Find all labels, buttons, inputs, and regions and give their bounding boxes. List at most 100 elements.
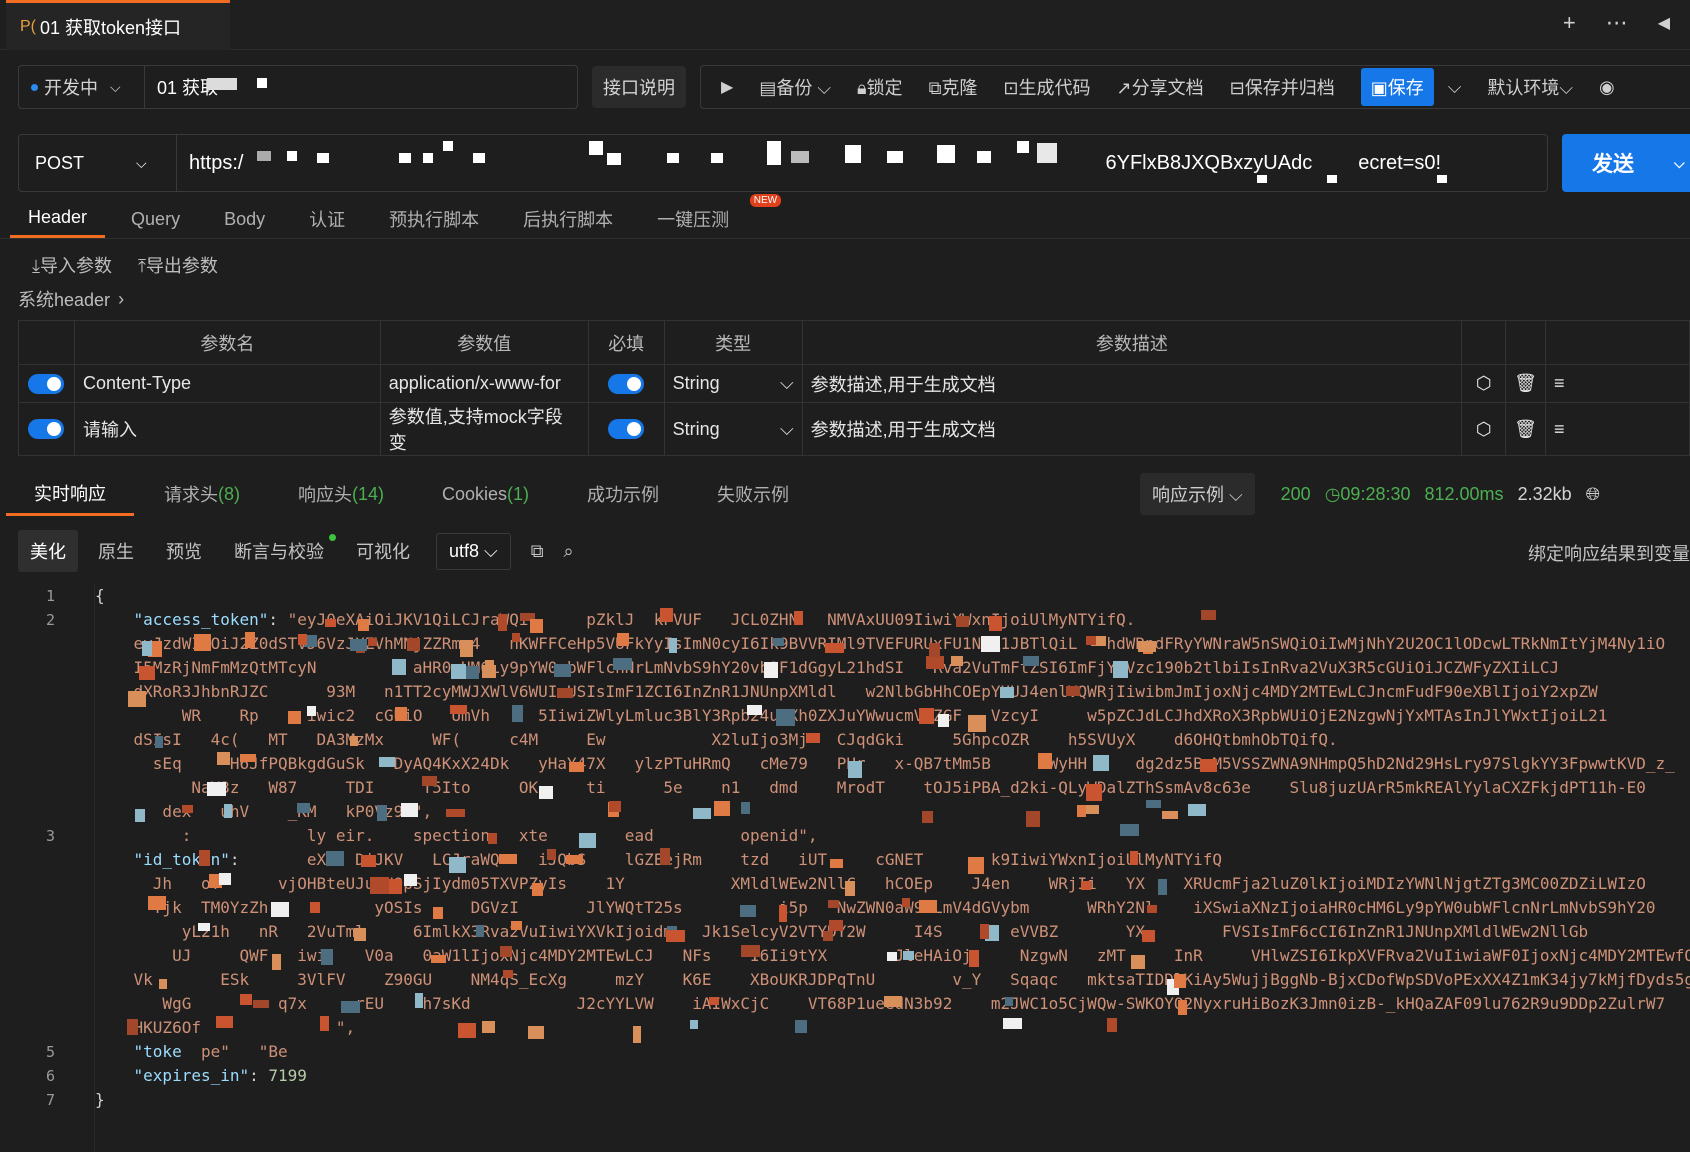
param-value[interactable]: application/x-www-for (379, 364, 589, 403)
system-header-toggle[interactable]: 系统header › (18, 286, 124, 312)
redaction-pixel (377, 805, 387, 821)
json-string: I5MzRjNmFmMzQtMTcyN aHR0cHM6Ly9pYW0ubWFl… (133, 658, 1560, 677)
drag-handle-icon[interactable]: ≡ (1545, 402, 1690, 456)
redacted-block (257, 78, 267, 88)
redacted-block (399, 153, 411, 163)
type-label: String (672, 418, 720, 439)
redaction-pixel (207, 782, 226, 796)
view-preview[interactable]: 预览 (154, 530, 214, 572)
cube-icon[interactable]: ⬡ (1461, 364, 1507, 403)
tab-success-example[interactable]: 成功示例 (559, 472, 687, 516)
redaction-pixel (1174, 974, 1186, 988)
redaction-pixel (690, 1020, 698, 1029)
param-desc[interactable]: 参数描述,用于生成文档 (801, 364, 1463, 403)
param-desc[interactable]: 参数描述,用于生成文档 (801, 402, 1463, 456)
redaction-pixel (310, 902, 320, 913)
share-doc-button[interactable]: ↗分享文档 (1117, 74, 1204, 100)
redaction-pixel (401, 803, 418, 817)
redaction-pixel (903, 951, 914, 960)
view-raw[interactable]: 原生 (86, 530, 146, 572)
cube-icon[interactable]: ⬡ (1461, 402, 1507, 456)
redacted-block (257, 151, 271, 161)
redaction-pixel (633, 1026, 641, 1043)
required-toggle[interactable] (608, 373, 645, 394)
export-params-button[interactable]: ⤒导出参数 (138, 252, 218, 278)
tab-query[interactable]: Query (113, 200, 198, 238)
search-icon[interactable]: ⌕ (564, 533, 586, 570)
redaction-pixel (579, 833, 596, 848)
save-archive-button[interactable]: ⊟保存并归档 (1230, 74, 1335, 100)
view-visualize[interactable]: 可视化 (344, 530, 422, 572)
copy-icon[interactable]: ⧉ (519, 533, 556, 570)
add-tab-icon[interactable]: + (1563, 10, 1576, 36)
tab-header[interactable]: Header (10, 200, 106, 238)
tab-stress-test[interactable]: 一键压测 NEW (639, 194, 782, 238)
tab-cookies[interactable]: Cookies (1) (414, 472, 557, 516)
chevron-down-icon: ⌵ (779, 418, 794, 439)
globe-icon[interactable]: 🌐︎ (1586, 484, 1600, 505)
tab-request-headers[interactable]: 请求头 (8) (136, 472, 268, 516)
chevron-down-icon[interactable]: ⌵ (1674, 155, 1685, 172)
drag-handle-icon[interactable]: ≡ (1545, 364, 1690, 403)
tab-realtime-response[interactable]: 实时响应 (6, 472, 134, 516)
code-line: Yjk TM0YzZh yOSIs DGVzI JlYWQtT25s i5p N… (95, 896, 1690, 920)
url-input[interactable]: https:/ 6YFlxB8JXQBxzyUAdc ecret=s0! (176, 134, 1548, 192)
more-icon[interactable]: ⋯ (1606, 10, 1628, 36)
default-env-select[interactable]: 默认环境⌵ (1487, 74, 1573, 100)
code-line: yL21h nR 2VuTml 6ImlkX3Rva2VuIiwiYXVkIjo… (95, 920, 1690, 944)
redaction-pixel (288, 711, 301, 724)
encoding-select[interactable]: utf8 ⌵ (436, 532, 511, 570)
collapse-icon[interactable]: ◀ (1658, 13, 1670, 33)
tab-body[interactable]: Body (206, 200, 283, 238)
lock-button[interactable]: 🔒︎锁定 (857, 74, 903, 100)
type-select[interactable]: String ⌵ (663, 364, 803, 403)
response-code-editor[interactable]: { "access_token": "eyJ0eXAiOiJKV1QiLCJra… (95, 584, 1690, 1152)
tab-post-script[interactable]: 后执行脚本 (505, 200, 631, 238)
param-name[interactable]: 请输入 (73, 402, 381, 456)
request-tab[interactable]: P( 01 获取token接口 (6, 0, 230, 50)
tab-fail-example[interactable]: 失败示例 (689, 472, 817, 516)
import-params-button[interactable]: ⤓导入参数 (32, 252, 112, 278)
enable-toggle[interactable] (28, 419, 65, 439)
redaction-pixel (740, 905, 756, 917)
eye-icon[interactable]: ◉ (1599, 77, 1615, 98)
redaction-pixel (989, 616, 1002, 631)
method-select[interactable]: POST ⌵ (18, 134, 176, 192)
save-button[interactable]: ▣保存 (1360, 68, 1434, 106)
view-assertions[interactable]: 断言与校验 (222, 530, 336, 572)
type-select[interactable]: String ⌵ (663, 402, 803, 456)
redaction-pixel (884, 996, 902, 1007)
save-dropdown-icon[interactable]: ⌵ (1448, 77, 1462, 98)
tab-pre-script[interactable]: 预执行脚本 (371, 200, 497, 238)
request-tab-bar (0, 0, 1690, 50)
request-name-input[interactable]: 01 获取 (144, 65, 578, 109)
bind-to-variable-link[interactable]: 绑定响应结果到变量 (1528, 540, 1690, 566)
redaction-pixel (1081, 881, 1091, 890)
redaction-pixel (128, 691, 146, 707)
send-button[interactable]: 发送 ⌵ (1562, 134, 1690, 192)
enable-toggle[interactable] (28, 373, 65, 394)
param-value[interactable]: 参数值,支持mock字段变 (379, 402, 589, 456)
param-name[interactable]: Content-Type (73, 364, 381, 403)
count-badge: (14) (352, 483, 385, 504)
required-toggle[interactable] (608, 419, 645, 439)
env-select[interactable]: 开发中 ⌵ (18, 65, 144, 109)
redaction-pixel (547, 849, 556, 860)
redaction-pixel (1201, 610, 1216, 620)
trash-icon[interactable]: 🗑︎ (1505, 402, 1547, 456)
tab-response-headers[interactable]: 响应头 (14) (270, 472, 412, 516)
redaction-pixel (660, 848, 670, 865)
tab-auth[interactable]: 认证 (291, 200, 363, 238)
view-beautify[interactable]: 美化 (18, 530, 78, 572)
trash-icon[interactable]: 🗑︎ (1505, 364, 1547, 403)
request-toolbar: ▶ ▤备份 ⌵ 🔒︎锁定 ⧉克隆 ⊡生成代码 ↗分享文档 ⊟保存并归档 ▣保存 … (700, 65, 1690, 109)
run-icon[interactable]: ▶ (721, 77, 733, 97)
gen-code-button[interactable]: ⊡生成代码 (1003, 74, 1090, 100)
doc-button[interactable]: 接口说明 (592, 66, 686, 108)
redaction-pixel (512, 705, 523, 722)
backup-button[interactable]: ▤备份 ⌵ (759, 74, 831, 100)
clone-button[interactable]: ⧉克隆 (929, 74, 978, 100)
response-example-select[interactable]: 响应示例 ⌵ (1140, 473, 1255, 515)
redaction-pixel (216, 1016, 233, 1028)
redaction-pixel (450, 705, 467, 714)
